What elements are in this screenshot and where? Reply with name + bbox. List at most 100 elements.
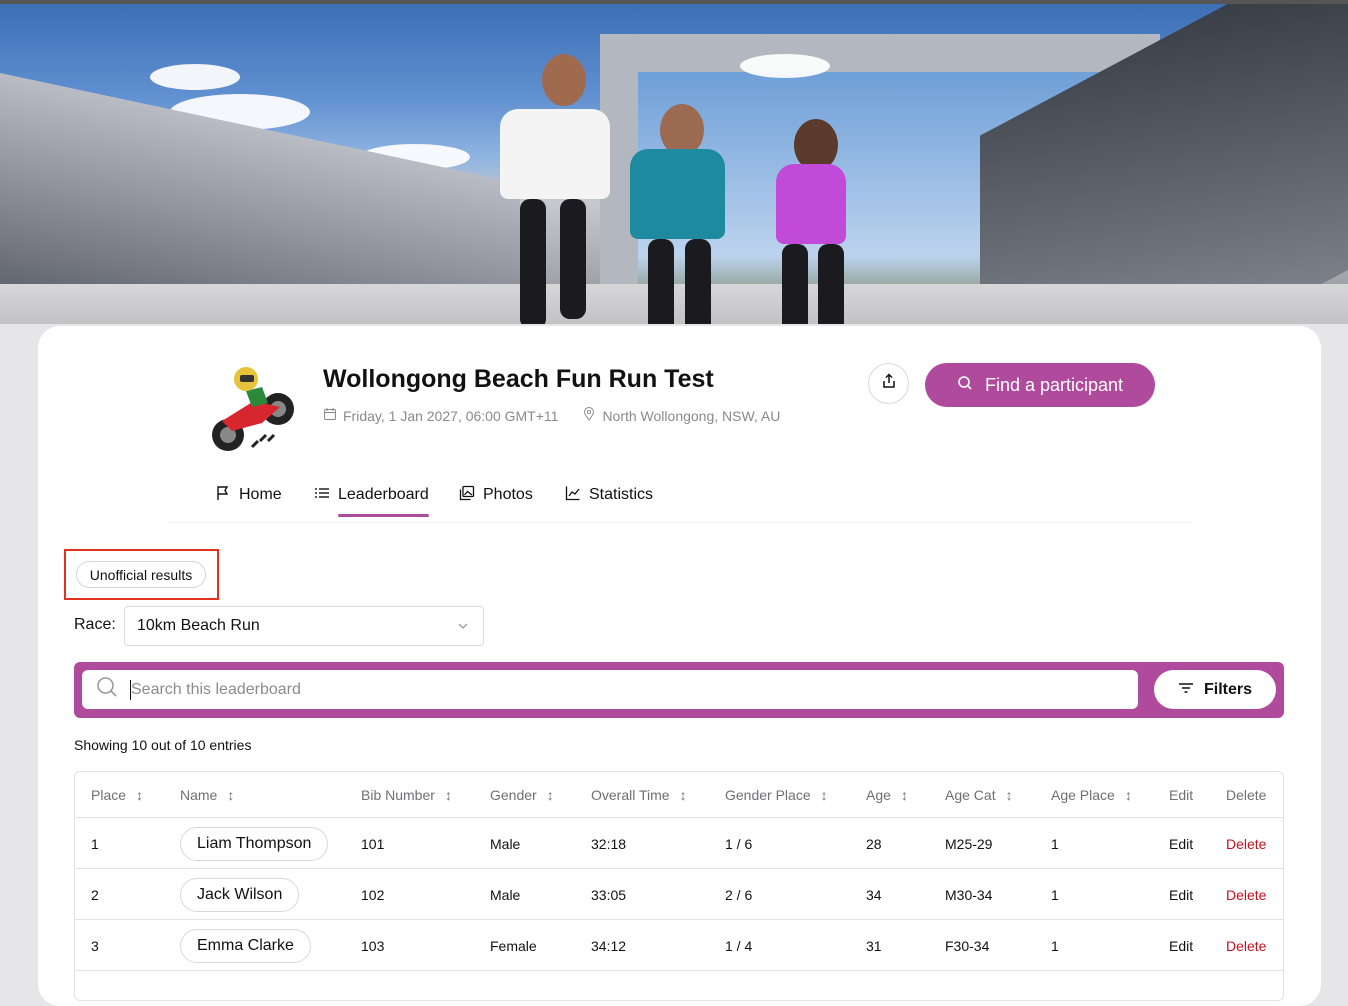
sort-icon: ↕	[444, 787, 452, 803]
sort-icon: ↕	[546, 787, 554, 803]
column-label: Edit	[1169, 787, 1194, 803]
cell-gender-place: 2 / 6	[725, 886, 753, 903]
cell-age-cat: M30-34	[945, 886, 993, 903]
cell-place: 3	[91, 937, 99, 954]
sort-icon: ↕	[136, 787, 144, 803]
column-age[interactable]: Age ↕	[866, 772, 908, 818]
search-input[interactable]: Search this leaderboard	[82, 670, 1138, 709]
column-label: Bib Number	[361, 787, 435, 803]
search-placeholder: Search this leaderboard	[131, 680, 301, 698]
search-icon	[96, 676, 118, 703]
cell-age-cat: M25-29	[945, 835, 993, 852]
cell-name: Emma Clarke	[180, 920, 311, 971]
delete-link[interactable]: Delete	[1226, 869, 1266, 920]
share-icon	[881, 373, 897, 394]
column-place[interactable]: Place ↕	[91, 772, 143, 818]
column-label: Delete	[1226, 787, 1267, 803]
cell-age-place: 1	[1051, 835, 1059, 852]
cell-age-place: 1	[1051, 886, 1059, 903]
sort-icon: ↕	[820, 787, 828, 803]
list-icon	[314, 485, 330, 506]
tab-photos-label: Photos	[483, 486, 533, 503]
cell-name: Liam Thompson	[180, 818, 329, 869]
tab-photos[interactable]: Photos	[459, 475, 533, 515]
event-logo	[202, 361, 300, 459]
column-label: Age Cat	[945, 787, 996, 803]
tab-home-label: Home	[239, 486, 282, 503]
tab-home[interactable]: Home	[215, 475, 282, 515]
table-row: 1 Liam Thompson 101 Male 32:18 1 / 6 28 …	[75, 818, 1283, 869]
column-label: Age Place	[1051, 787, 1115, 803]
cell-name: Jack Wilson	[180, 869, 300, 920]
table-header: Place ↕ Name ↕ Bib Number ↕ Gender ↕ Overall…	[75, 772, 1283, 818]
cell-age: 28	[866, 835, 882, 852]
location-pin-icon	[582, 407, 596, 424]
flag-icon	[215, 485, 231, 506]
column-label: Gender	[490, 787, 537, 803]
sort-icon: ↕	[1005, 787, 1013, 803]
share-button[interactable]	[868, 363, 909, 404]
edit-link[interactable]: Edit	[1169, 818, 1193, 869]
edit-link[interactable]: Edit	[1169, 920, 1193, 971]
sort-icon: ↕	[679, 787, 687, 803]
cell-place: 1	[91, 835, 99, 852]
cell-age: 34	[866, 886, 882, 903]
leaderboard-search-bar: Search this leaderboard Filters	[74, 662, 1284, 718]
column-name[interactable]: Name ↕	[180, 772, 234, 818]
photos-icon	[459, 485, 475, 506]
tab-leaderboard-label: Leaderboard	[338, 486, 429, 503]
filters-button[interactable]: Filters	[1154, 670, 1276, 709]
tab-statistics-label: Statistics	[589, 486, 654, 503]
entries-count: Showing 10 out of 10 entries	[74, 737, 252, 753]
column-label: Overall Time	[591, 787, 670, 803]
column-bib[interactable]: Bib Number ↕	[361, 772, 452, 818]
event-meta: Friday, 1 Jan 2027, 06:00 GMT+11 North W…	[323, 407, 780, 424]
delete-link[interactable]: Delete	[1226, 920, 1266, 971]
participant-name-chip[interactable]: Emma Clarke	[180, 928, 311, 963]
find-participant-button[interactable]: Find a participant	[925, 363, 1155, 407]
race-select-value: 10km Beach Run	[137, 617, 260, 634]
column-gender[interactable]: Gender ↕	[490, 772, 554, 818]
sort-icon: ↕	[227, 787, 235, 803]
filter-icon	[1178, 681, 1194, 699]
cell-place: 2	[91, 886, 99, 903]
race-select[interactable]: 10km Beach Run	[124, 606, 484, 646]
cell-gender-place: 1 / 6	[725, 835, 753, 852]
participant-name-chip[interactable]: Liam Thompson	[180, 826, 329, 861]
cell-bib: 101	[361, 835, 385, 852]
event-title: Wollongong Beach Fun Run Test	[323, 365, 714, 393]
column-label: Name	[180, 787, 218, 803]
cell-age-place: 1	[1051, 937, 1059, 954]
column-overall-time[interactable]: Overall Time ↕	[591, 772, 687, 818]
cell-time: 34:12	[591, 937, 627, 954]
column-gender-place[interactable]: Gender Place ↕	[725, 772, 828, 818]
status-badge: Unofficial results	[76, 561, 206, 588]
tab-statistics[interactable]: Statistics	[565, 475, 653, 515]
chevron-down-icon	[457, 619, 469, 637]
hero-banner-image	[0, 0, 1348, 324]
cell-age-cat: F30-34	[945, 937, 990, 954]
column-label: Age	[866, 787, 891, 803]
edit-link[interactable]: Edit	[1169, 869, 1193, 920]
sort-icon: ↕	[900, 787, 908, 803]
delete-link[interactable]: Delete	[1226, 818, 1266, 869]
cell-age: 31	[866, 937, 882, 954]
table-row: 2 Jack Wilson 102 Male 33:05 2 / 6 34 M3…	[75, 869, 1283, 920]
column-edit: Edit	[1169, 772, 1193, 818]
event-location: North Wollongong, NSW, AU	[602, 407, 781, 424]
column-age-cat[interactable]: Age Cat ↕	[945, 772, 1013, 818]
tab-leaderboard[interactable]: Leaderboard	[314, 475, 429, 517]
table-row: 3 Emma Clarke 103 Female 34:12 1 / 4 31 …	[75, 920, 1283, 971]
cell-time: 32:18	[591, 835, 627, 852]
participant-name-chip[interactable]: Jack Wilson	[180, 877, 300, 912]
cell-bib: 102	[361, 886, 385, 903]
calendar-icon	[323, 407, 337, 424]
search-icon	[957, 375, 973, 396]
column-age-place[interactable]: Age Place ↕	[1051, 772, 1132, 818]
cell-gender: Female	[490, 937, 537, 954]
leaderboard-table: Place ↕ Name ↕ Bib Number ↕ Gender ↕ Overall…	[74, 771, 1284, 1001]
race-label: Race:	[74, 616, 116, 633]
cell-gender: Male	[490, 886, 521, 903]
find-participant-label: Find a participant	[984, 374, 1124, 395]
cell-time: 33:05	[591, 886, 627, 903]
